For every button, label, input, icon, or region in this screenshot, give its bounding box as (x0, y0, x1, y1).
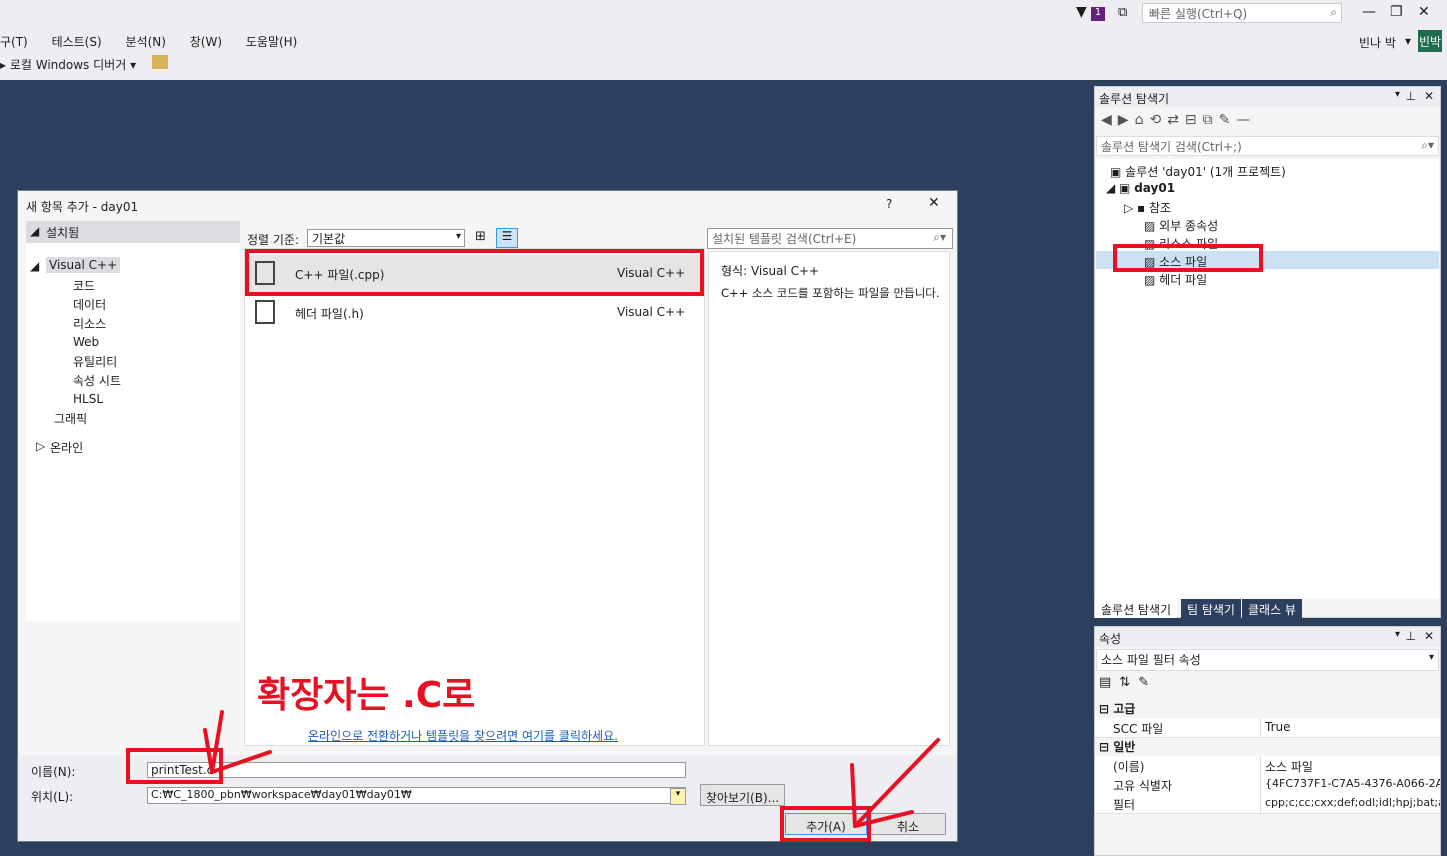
project-name: day01 (1134, 181, 1176, 195)
header-files-label: 헤더 파일 (1159, 273, 1208, 287)
search-icon: ⌕▾ (1421, 138, 1434, 152)
solution-tree: ▣ 솔루션 'day01' (1개 프로젝트) ◢ ▣ day01 ▷ ▪ 참조… (1096, 159, 1439, 599)
home-icon[interactable]: ⌂ (1135, 112, 1150, 128)
categorized-icon[interactable]: ▤ (1099, 675, 1119, 690)
external-deps-label: 외부 종속성 (1159, 219, 1219, 233)
chevron-down-icon: ▾ (1428, 652, 1434, 663)
references-label: 참조 (1149, 201, 1172, 215)
properties-panel: 속성 ▾ ⊥ ✕ 소스 파일 필터 속성 ▾ ▤⇅✎ ⊟ 고급 SCC 파일 T… (1094, 626, 1441, 856)
arrow-line (210, 710, 224, 774)
property-value: 소스 파일 (1265, 760, 1313, 774)
tree-project[interactable]: ◢ ▣ day01 (1106, 181, 1175, 195)
tab-class-view[interactable]: 클래스 뷰 (1242, 599, 1302, 618)
chevron-down-icon[interactable]: ▾ (1395, 629, 1400, 640)
solution-search-placeholder: 솔루션 탐색기 검색(Ctrl+;) (1101, 140, 1242, 154)
section-label: 고급 (1113, 702, 1136, 716)
section-label: 일반 (1113, 740, 1136, 754)
highlight-source-files (1113, 244, 1263, 272)
arrow-line (853, 738, 940, 828)
pin-icon[interactable]: ⊥ (1406, 89, 1416, 103)
properties-object: 소스 파일 필터 속성 (1101, 653, 1201, 667)
dash-icon[interactable]: — (1236, 112, 1256, 128)
forward-icon[interactable]: ▶ (1118, 112, 1135, 128)
pin-icon[interactable]: ⊥ (1406, 629, 1416, 643)
properties-label: 속성 (1099, 632, 1122, 646)
solution-name: 솔루션 'day01' (1개 프로젝트) (1125, 165, 1286, 179)
tree-references[interactable]: ▷ ▪ 참조 (1124, 199, 1171, 216)
arrow-head (850, 763, 857, 828)
property-key: SCC 파일 (1113, 722, 1164, 736)
arrow-head (210, 750, 272, 774)
property-row[interactable]: SCC 파일 True (1095, 718, 1440, 738)
property-key: (이름) (1113, 760, 1145, 774)
wrench-icon[interactable]: ✎ (1138, 675, 1157, 690)
section-general[interactable]: ⊟ 일반 (1099, 738, 1135, 755)
wrench-icon[interactable]: ✎ (1219, 112, 1237, 128)
solution-explorer-label: 솔루션 탐색기 (1099, 92, 1170, 106)
solution-explorer: 솔루션 탐색기 ▾ ⊥ ✕ ◀▶⌂⟲⇄⊟⧉✎— 솔루션 탐색기 검색(Ctrl+… (1094, 86, 1441, 618)
properties-title: 속성 ▾ ⊥ ✕ (1095, 627, 1440, 647)
chevron-down-icon[interactable]: ▾ (1395, 89, 1400, 100)
solution-toolbar[interactable]: ◀▶⌂⟲⇄⊟⧉✎— (1101, 112, 1256, 128)
property-row[interactable]: (이름) 소스 파일 (1095, 756, 1440, 776)
section-advanced[interactable]: ⊟ 고급 (1099, 700, 1135, 717)
close-icon[interactable]: ✕ (1424, 629, 1434, 643)
tab-solution-explorer[interactable]: 솔루션 탐색기 (1095, 599, 1178, 618)
back-icon[interactable]: ◀ (1101, 112, 1118, 128)
tree-solution[interactable]: ▣ 솔루션 'day01' (1개 프로젝트) (1110, 163, 1286, 180)
property-row[interactable]: 고유 식별자 {4FC737F1-C7A5-4376-A066-2A32D752… (1095, 775, 1440, 795)
property-key: 고유 식별자 (1113, 779, 1173, 793)
collapse-icon[interactable]: ⊟ (1185, 112, 1203, 128)
sort-alpha-icon[interactable]: ⇅ (1119, 675, 1138, 690)
tree-external-deps[interactable]: ▨ 외부 종속성 (1144, 217, 1218, 234)
arrow-head (203, 728, 214, 774)
property-value: cpp;c;cc;cxx;def;odl;idl;hpj;bat;asm;asm… (1265, 796, 1440, 809)
property-value: {4FC737F1-C7A5-4376-A066-2A32D752A2FF} (1265, 777, 1440, 790)
copy-icon[interactable]: ⧉ (1203, 112, 1219, 128)
history-icon[interactable]: ⟲ (1149, 112, 1167, 128)
sync-icon[interactable]: ⇄ (1167, 112, 1185, 128)
close-icon[interactable]: ✕ (1424, 89, 1434, 103)
property-row[interactable]: 필터 cpp;c;cc;cxx;def;odl;idl;hpj;bat;asm;… (1095, 794, 1440, 814)
property-value: True (1265, 720, 1291, 734)
tab-team-explorer[interactable]: 팀 탐색기 (1181, 599, 1241, 618)
solution-search-input[interactable]: 솔루션 탐색기 검색(Ctrl+;) ⌕▾ (1096, 136, 1439, 156)
solution-explorer-title: 솔루션 탐색기 ▾ ⊥ ✕ (1095, 87, 1440, 107)
tree-header-files[interactable]: ▨ 헤더 파일 (1144, 271, 1207, 288)
properties-toolbar[interactable]: ▤⇅✎ (1099, 675, 1157, 690)
properties-object-select[interactable]: 소스 파일 필터 속성 ▾ (1096, 649, 1439, 671)
property-key: 필터 (1113, 798, 1136, 812)
